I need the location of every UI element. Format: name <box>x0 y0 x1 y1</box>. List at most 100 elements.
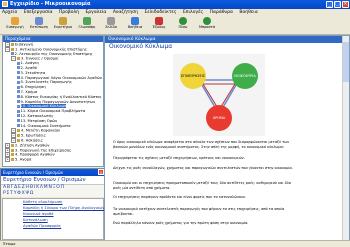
glossary-icon <box>83 17 91 25</box>
glossary-entry[interactable]: Αγαθών Προσφοράς <box>3 223 103 229</box>
menu-windows[interactable]: Παράθυρα <box>210 9 233 16</box>
app-icon <box>2 1 8 7</box>
page-icon <box>17 119 20 123</box>
toolbar-index-button[interactable]: Ευρετήριο <box>52 17 74 33</box>
book-icon <box>11 153 14 157</box>
menu-search[interactable]: Αναζήτηση <box>113 9 138 16</box>
content-scrollbar[interactable] <box>342 36 349 241</box>
node-label: ΝΟΙΚΟΚΥΡΙΑ <box>234 74 256 78</box>
back-arrow-icon <box>179 17 187 25</box>
contents-tree: Περιεχόμενα − Εισαγωγή −1. Αντικείμενο Οικ… <box>2 35 104 167</box>
minimize-button[interactable]: _ <box>326 1 333 8</box>
paragraph: Δείχνει τις ροές συναλλαγών, χρήματος κα… <box>113 166 293 170</box>
menu-help[interactable]: Βοήθεια <box>239 9 257 16</box>
paragraph: Οικονομία και οι επιχειρήσεις πραγματοπο… <box>113 181 291 190</box>
toolbar-glossary-button[interactable]: Γλωσσάρι <box>76 17 98 33</box>
tree-item-label: 7. Χρήμα <box>20 89 38 94</box>
toolbar-help-button[interactable]: Βοήθεια <box>124 17 146 33</box>
tree-item-label: 1. Ανάγκη <box>20 61 39 66</box>
page-icon <box>17 100 20 104</box>
glossary-list: Κάθετη ολοκλήρωση Καμπύλη ή Σύνορο των Π… <box>2 198 105 240</box>
status-bar: Έτοιμο <box>0 240 350 247</box>
tree-item-label: 2. Λειτουργία της Οικονομικής Επιστήμης <box>14 51 93 56</box>
paragraph: Οι επιχειρήσεις παράγουν προϊόντα και εί… <box>113 195 247 199</box>
intro-icon <box>11 17 19 25</box>
toolbar-forward-button[interactable]: Μπροστά <box>196 17 218 33</box>
menu-bookmarks[interactable]: Σελιδοδείκτες <box>144 9 176 16</box>
status-text: Έτοιμο <box>3 242 16 246</box>
book-icon <box>17 129 20 133</box>
page-icon <box>17 95 20 99</box>
index-icon <box>59 17 67 25</box>
exit-icon <box>155 17 163 25</box>
toolbar-page-button[interactable]: Σελίδα <box>100 17 122 33</box>
tree-item-label: 9. Καμπύλη Παραγωγικών Δυνατοτήτων <box>20 99 96 104</box>
glossary-letters[interactable]: ΑΒΓΔΕΖΗΘΙΚΛΜΝΞΟΠ ΡΣΤΥΦΧΨΩ <box>1 185 105 197</box>
page-title: Οικονομικό Κύκλωμα <box>109 43 173 50</box>
book-icon <box>11 158 14 162</box>
page-icon <box>17 90 20 94</box>
toolbar-intro-button[interactable]: Εισαγωγή <box>4 17 26 33</box>
page-icon <box>17 109 20 113</box>
book-icon <box>17 134 20 138</box>
page-icon <box>17 61 20 65</box>
page-icon <box>17 66 20 70</box>
tree-item-label: 14. Οικονομικά Συστήματα <box>20 123 71 128</box>
scroll-thumb[interactable] <box>343 42 349 82</box>
glossary-title: Ευρετήριο Εννοιών / Ορισμών <box>1 169 105 176</box>
page-icon <box>17 104 20 108</box>
forward-arrow-icon <box>203 17 211 25</box>
book-icon <box>11 47 14 51</box>
book-icon <box>17 138 20 142</box>
book-icon <box>11 148 14 152</box>
toolbar: Εισαγωγή Εκτύπωση Ευρετήριο Γλωσσάρι Σελ… <box>0 16 350 35</box>
paragraph: Ο όρος οικονομικό κύκλωμα αναφέρεται στο… <box>113 140 290 149</box>
tree-item[interactable]: +5. Αγορά <box>3 157 103 163</box>
print-icon <box>35 17 43 25</box>
page-icon <box>11 52 14 56</box>
tree-item-label: 5. Αγορά <box>15 157 32 162</box>
menu-file[interactable]: Αρχείο <box>2 9 17 16</box>
tree-item-label: 4. Παραγωγικοί Λόγοι Οικονομικών Αγαθών <box>20 75 102 80</box>
toolbar-exit-button[interactable]: Έξοδος <box>148 17 170 33</box>
page-icon <box>17 80 20 84</box>
page-icon <box>17 76 20 80</box>
tree-item-label: 10. Οικονομικό Κύκλωμα <box>20 104 67 109</box>
tree-item-label: 5. Συντελεστές Παραγωγής <box>20 80 72 85</box>
title-bar: Εγχειρίδιο - Μικροοικονομία _ □ × <box>0 0 350 9</box>
paragraph: Ενώ παράλληλα κάνουν ροές χρήματος για τ… <box>113 221 249 225</box>
book-icon <box>11 43 14 46</box>
tree-item-label: 6. Επιχείρηση <box>20 85 46 90</box>
paragraph: Περιγράφεται τις σχέσεις μεταξύ επιχειρή… <box>113 156 245 160</box>
app-window: Εγχειρίδιο - Μικροοικονομία _ □ × Αρχείο… <box>0 0 350 247</box>
page-icon <box>17 85 20 89</box>
toolbar-back-button[interactable]: Πίσω <box>172 17 194 33</box>
tree-item-label: 3. Στενότητα <box>20 70 46 75</box>
tree-item-label: 2. Αγαθό <box>20 65 37 70</box>
content-header: Οικονομικό Κύκλωμα <box>105 36 349 43</box>
book-icon <box>17 57 20 61</box>
book-icon <box>11 143 14 147</box>
economic-circuit-diagram: ΕΠΙΧΕΙΡΗΣΕΙΣ ΝΟΙΚΟΚΥΡΙΑ ΧΡΗΜΑ <box>173 54 265 136</box>
menu-tools[interactable]: Εργαλεία <box>85 9 106 16</box>
tree-item-label: 13. Μετρίαση Ορών <box>20 118 58 123</box>
page-icon <box>17 114 20 118</box>
close-button[interactable]: × <box>342 1 349 8</box>
menu-view[interactable]: Προβολή <box>59 9 79 16</box>
menu-bar: Αρχείο Επεξεργασία Προβολή Εργαλεία Αναζ… <box>0 9 350 16</box>
page-icon <box>107 17 115 25</box>
expand-toggle-icon[interactable]: + <box>5 157 10 163</box>
node-label: ΧΡΗΜΑ <box>213 116 226 120</box>
tree-item-label: 12. Καταναλωτής <box>20 113 54 118</box>
maximize-button[interactable]: □ <box>334 1 341 8</box>
window-title: Εγχειρίδιο - Μικροοικονομία <box>10 1 91 7</box>
menu-edit[interactable]: Επεξεργασία <box>24 9 53 16</box>
tree-item-label: 8. Κόστος Ευκαιρίας ή Εναλλακτικό Κόστος <box>20 94 102 99</box>
tree-item-label: 11. Κύρια Οικονομικά Προβλήματα <box>20 109 86 114</box>
glossary-window: Ευρετήριο Εννοιών / Ορισμών × Ευρετήριο … <box>0 168 106 242</box>
toolbar-print-button[interactable]: Εκτύπωση <box>28 17 50 33</box>
node-label: ΕΠΙΧΕΙΡΗΣΕΙΣ <box>181 74 205 78</box>
content-pane: Οικονομικό Κύκλωμα Οικονομικό Κύκλωμα ΕΠ… <box>104 35 350 242</box>
menu-options[interactable]: Επιλογές <box>183 9 203 16</box>
glossary-heading: Ευρετήριο Εννοιών / Ορισμών <box>1 176 105 185</box>
